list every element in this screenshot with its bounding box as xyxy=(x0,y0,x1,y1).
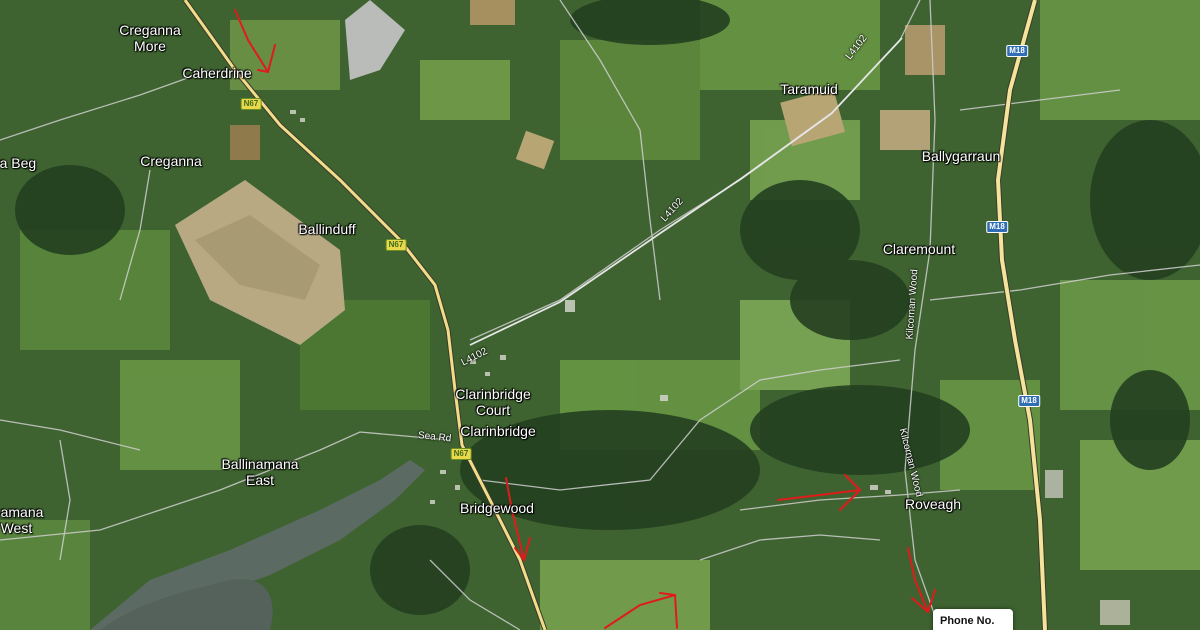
place-ballinduff: Ballinduff xyxy=(298,221,356,237)
satellite-map[interactable]: Creganna More Caherdrine na Beg Creganna… xyxy=(0,0,1200,630)
n67-shield: N67 xyxy=(385,239,407,251)
m18-shield: M18 xyxy=(1006,45,1028,57)
place-clarinbridge-court: Clarinbridge Court xyxy=(455,386,531,418)
place-taramuid: Taramuid xyxy=(780,81,838,97)
n67-shield: N67 xyxy=(450,448,472,460)
place-ballygarraun: Ballygarraun xyxy=(921,148,1001,164)
place-caherdrine: Caherdrine xyxy=(182,65,252,81)
place-na-beg: na Beg xyxy=(0,155,37,171)
phone-popup[interactable]: Phone No. xyxy=(933,609,1013,630)
m18-shield: M18 xyxy=(1018,395,1040,407)
place-label: Creganna More xyxy=(119,22,181,54)
place-ballinamana-east: Ballinamana East xyxy=(221,456,299,488)
place-claremount: Claremount xyxy=(882,241,956,257)
m18-shield: M18 xyxy=(986,221,1008,233)
place-bridgewood: Bridgewood xyxy=(460,500,534,516)
phone-popup-label: Phone No. xyxy=(940,615,995,627)
map-base xyxy=(0,0,1200,630)
place-amana-west: amana West xyxy=(0,504,44,536)
n67-shield: N67 xyxy=(240,98,262,110)
place-creganna-more: Creganna More xyxy=(119,22,181,54)
place-roveagh: Roveagh xyxy=(904,496,962,512)
place-clarinbridge: Clarinbridge xyxy=(460,423,536,439)
place-creganna: Creganna xyxy=(140,153,202,169)
